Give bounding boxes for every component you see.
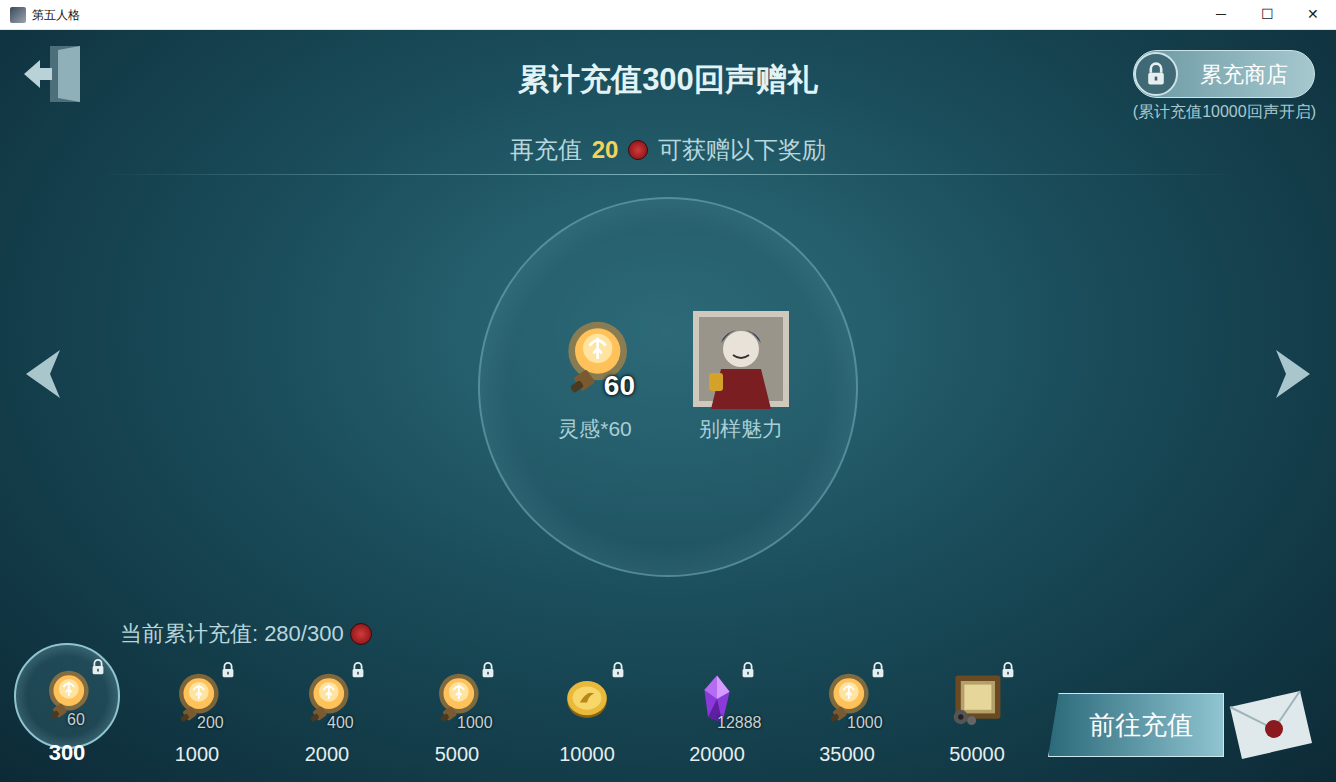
tier-item[interactable]: 10000 [522, 669, 652, 769]
echo-currency-icon [350, 623, 372, 645]
tier-icon-box: 60 [37, 666, 97, 726]
tier-amount: 60 [67, 708, 85, 732]
lock-icon [349, 661, 367, 679]
reward-label: 别样魅力 [699, 413, 783, 445]
tier-item[interactable]: 400 2000 [262, 669, 392, 769]
tier-item[interactable]: 1000 35000 [782, 669, 912, 769]
next-button[interactable] [1274, 348, 1312, 400]
subtitle: 再充值 20 可获赠以下奖励 [0, 134, 1336, 166]
lock-icon [869, 661, 887, 679]
tier-lock [739, 661, 757, 679]
lock-icon [219, 661, 237, 679]
exit-icon [22, 44, 88, 106]
previous-button[interactable] [24, 348, 62, 400]
tier-lock [89, 658, 107, 676]
window-control-button[interactable]: ─ [1198, 0, 1244, 29]
subtitle-after: 可获赠以下奖励 [658, 134, 826, 166]
tier-amount: 400 [327, 711, 354, 735]
subtitle-before: 再充值 [510, 134, 582, 166]
reward-amount: 60 [604, 365, 635, 407]
shop-label: 累充商店 [1200, 58, 1288, 91]
tier-threshold: 10000 [559, 739, 615, 769]
envelope-icon [1220, 685, 1316, 765]
reward-item[interactable]: 别样魅力 [691, 309, 791, 445]
tier-amount: 12888 [717, 711, 762, 735]
echo-currency-icon [628, 140, 648, 160]
tier-icon-box: 1000 [427, 669, 487, 729]
portrait-icon [691, 309, 791, 409]
coin-icon [560, 672, 614, 726]
window-control-button[interactable]: ✕ [1290, 0, 1336, 29]
tier-icon [560, 672, 614, 726]
tier-lock [479, 661, 497, 679]
film-icon [950, 672, 1004, 726]
tier-lock [219, 661, 237, 679]
recharge-panel: 前往充值 [1048, 693, 1224, 757]
header-divider [98, 174, 1238, 175]
shop-note: (累计充值10000回声开启) [1133, 100, 1316, 124]
tier-row: 60 300 200 1000 400 2000 1000 5000 10000 12888 200… [0, 666, 1336, 769]
shop-button[interactable]: 累充商店 (累计充值10000回声开启) [1133, 50, 1316, 124]
app-icon [10, 7, 26, 23]
lock-icon [739, 661, 757, 679]
tier-item[interactable]: 200 1000 [132, 669, 262, 769]
tier-icon-box: 12888 [687, 669, 747, 729]
left-arrow-icon [24, 348, 62, 400]
subtitle-amount: 20 [592, 134, 619, 166]
tier-icon-box [557, 669, 617, 729]
tier-item[interactable]: 60 300 [2, 666, 132, 769]
tier-item[interactable]: 50000 [912, 669, 1042, 769]
envelope-box [1220, 685, 1316, 765]
lock-icon [89, 658, 107, 676]
window-control-button[interactable]: ☐ [1244, 0, 1290, 29]
title-bar: 第五人格 ─☐✕ [0, 0, 1336, 30]
tier-threshold: 300 [49, 736, 86, 769]
tier-threshold: 35000 [819, 739, 875, 769]
tier-icon-box [947, 669, 1007, 729]
tier-amount: 200 [197, 711, 224, 735]
tier-lock [999, 661, 1017, 679]
tier-icon-box: 400 [297, 669, 357, 729]
recharge-button[interactable]: 前往充值 [1048, 685, 1316, 765]
reward-icon-box: 60 [545, 309, 645, 409]
tier-amount: 1000 [457, 711, 493, 735]
recharge-label: 前往充值 [1089, 706, 1193, 745]
exit-button[interactable] [22, 44, 88, 106]
tier-icon-box: 200 [167, 669, 227, 729]
tier-threshold: 5000 [435, 739, 480, 769]
tier-icon [950, 672, 1004, 726]
progress-label: 当前累计充值: [120, 617, 258, 650]
reward-label: 灵感*60 [558, 413, 632, 445]
tier-icon-box: 1000 [817, 669, 877, 729]
progress-value: 280/300 [264, 617, 344, 650]
tier-lock [349, 661, 367, 679]
reward-icon-box [691, 309, 791, 409]
reward-bubble: 60 灵感*60 别样魅力 [478, 197, 858, 577]
tier-threshold: 2000 [305, 739, 350, 769]
lock-icon [479, 661, 497, 679]
reward-screen: 累充商店(累计充值10000回声开启)累计充值300回声赠礼再充值20可获赠以下… [0, 30, 1336, 782]
reward-item[interactable]: 60 灵感*60 [545, 309, 645, 445]
tier-lock [869, 661, 887, 679]
progress-text: 当前累计充值:280/300 [0, 617, 1336, 650]
lock-icon [999, 661, 1017, 679]
tier-threshold: 50000 [949, 739, 1005, 769]
right-arrow-icon [1274, 348, 1312, 400]
tier-item[interactable]: 1000 5000 [392, 669, 522, 769]
lock-icon [1143, 61, 1169, 87]
shop-lock [1134, 52, 1178, 96]
tier-amount: 1000 [847, 711, 883, 735]
shop-pill: 累充商店 [1133, 50, 1315, 98]
window-title: 第五人格 [32, 6, 80, 24]
tier-threshold: 20000 [689, 739, 745, 769]
tier-item[interactable]: 12888 20000 [652, 669, 782, 769]
tier-lock [609, 661, 627, 679]
lock-icon [609, 661, 627, 679]
window-controls: ─☐✕ [1198, 0, 1336, 29]
tier-threshold: 1000 [175, 739, 220, 769]
